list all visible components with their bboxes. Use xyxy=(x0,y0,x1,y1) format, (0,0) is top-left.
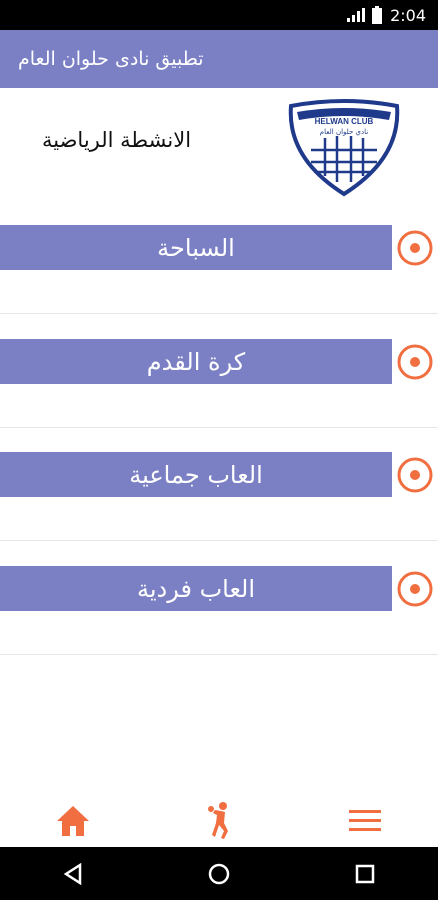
activity-label: كرة القدم xyxy=(146,347,246,376)
activity-row[interactable]: العاب جماعية xyxy=(0,428,438,541)
app-title: تطبيق نادى حلوان العام xyxy=(18,48,204,70)
square-recents-icon xyxy=(355,864,375,883)
system-navigation-bar xyxy=(0,847,438,900)
club-logo: HELWAN CLUB نادي حلوان العام xyxy=(288,99,400,197)
nav-home[interactable] xyxy=(43,795,103,847)
activity-row[interactable]: العاب فردية xyxy=(0,542,438,655)
activity-label: السباحة xyxy=(157,233,235,262)
signal-icon xyxy=(347,8,366,22)
activity-row[interactable]: السباحة xyxy=(0,201,438,314)
activity-button[interactable]: كرة القدم xyxy=(0,339,392,384)
radio-icon[interactable] xyxy=(396,229,434,267)
circle-home-icon xyxy=(208,863,230,884)
home-button[interactable] xyxy=(189,847,249,900)
status-icons xyxy=(346,6,383,24)
status-bar: 2:04 xyxy=(0,0,438,30)
activity-row[interactable]: كرة القدم xyxy=(0,315,438,428)
back-icon xyxy=(63,862,82,885)
recents-button[interactable] xyxy=(335,847,395,900)
header-section: الانشطة الرياضية HELWAN CLUB نادي حلوان … xyxy=(0,88,438,208)
activity-label: العاب فردية xyxy=(136,574,256,603)
nav-menu[interactable] xyxy=(335,795,395,847)
activity-button[interactable]: العاب جماعية xyxy=(0,452,392,497)
nav-sports[interactable] xyxy=(189,795,249,847)
page-heading: الانشطة الرياضية xyxy=(42,128,192,152)
menu-icon xyxy=(349,810,381,831)
svg-text:HELWAN CLUB: HELWAN CLUB xyxy=(315,117,374,126)
radio-icon[interactable] xyxy=(396,456,434,494)
activity-button[interactable]: السباحة xyxy=(0,225,392,270)
svg-text:نادي حلوان العام: نادي حلوان العام xyxy=(320,128,368,136)
radio-icon[interactable] xyxy=(396,570,434,608)
activity-button[interactable]: العاب فردية xyxy=(0,566,392,611)
athlete-icon xyxy=(208,802,228,839)
home-icon xyxy=(57,806,89,836)
bottom-navigation xyxy=(0,795,438,847)
activity-label: العاب جماعية xyxy=(129,460,263,489)
radio-icon[interactable] xyxy=(396,343,434,381)
back-button[interactable] xyxy=(43,847,103,900)
status-time: 2:04 xyxy=(390,5,426,25)
app-bar: تطبيق نادى حلوان العام xyxy=(0,30,438,88)
battery-icon xyxy=(372,6,383,24)
